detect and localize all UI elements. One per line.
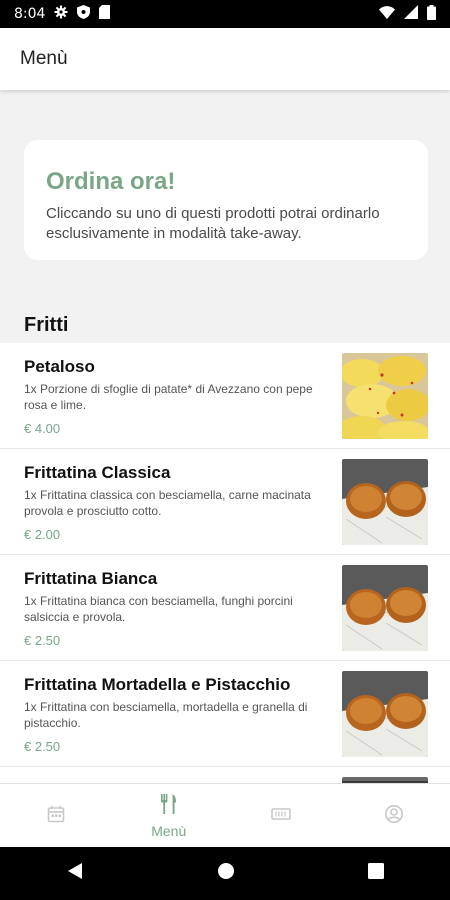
wifi-icon bbox=[379, 5, 395, 23]
nav-item-profile[interactable] bbox=[338, 784, 450, 848]
cutlery-icon bbox=[160, 793, 178, 819]
product-description: 1x Frittatina classica con besciamella, … bbox=[24, 488, 311, 518]
status-bar: 8:04 bbox=[0, 0, 450, 28]
nav-item-menu[interactable]: Menù bbox=[113, 784, 226, 848]
section-title: Fritti bbox=[24, 314, 69, 336]
menu-content[interactable]: Ordina ora! Cliccando su uno di questi p… bbox=[0, 90, 450, 783]
nav-label-menu: Menù bbox=[151, 822, 187, 839]
promo-text: Cliccando su uno di questi prodotti potr… bbox=[46, 205, 380, 242]
product-item[interactable]: Frittatina Mortadella e Pistacchio 1x Fr… bbox=[0, 661, 450, 767]
product-description: 1x Frittatina bianca con besciamella, fu… bbox=[24, 594, 293, 624]
page-title: Menù bbox=[20, 48, 68, 69]
battery-icon bbox=[427, 4, 436, 24]
signal-icon bbox=[404, 5, 418, 23]
account-circle-icon bbox=[384, 804, 404, 829]
product-name: Frittatina Classica bbox=[24, 463, 171, 482]
shield-icon bbox=[77, 5, 91, 23]
product-image-frittatina bbox=[342, 671, 428, 757]
product-item[interactable]: Frittatina Classica 1x Frittatina classi… bbox=[0, 449, 450, 555]
product-item-partial[interactable] bbox=[0, 767, 450, 783]
status-time: 8:04 bbox=[14, 6, 46, 22]
product-image-frittatina bbox=[342, 565, 428, 651]
nav-item-calendar[interactable] bbox=[0, 784, 113, 848]
product-item[interactable]: Frittatina Bianca 1x Frittatina bianca c… bbox=[0, 555, 450, 661]
settings-icon bbox=[54, 5, 68, 23]
product-price: € 2.00 bbox=[24, 527, 61, 542]
product-item[interactable]: Petaloso 1x Porzione di sfoglie di patat… bbox=[0, 343, 450, 449]
product-price: € 4.00 bbox=[24, 421, 61, 436]
product-name: Petaloso bbox=[24, 357, 95, 376]
product-image-chips bbox=[342, 353, 428, 439]
product-name: Frittatina Mortadella e Pistacchio bbox=[24, 675, 291, 694]
product-name: Frittatina Bianca bbox=[24, 569, 158, 588]
calendar-icon bbox=[47, 805, 65, 828]
system-navigation-bar bbox=[0, 847, 450, 900]
product-description: 1x Frittatina con besciamella, mortadell… bbox=[24, 700, 308, 730]
ticket-icon bbox=[271, 807, 292, 826]
product-price: € 2.50 bbox=[24, 739, 61, 754]
product-list: Petaloso 1x Porzione di sfoglie di patat… bbox=[0, 343, 450, 783]
bottom-navigation: Menù bbox=[0, 783, 450, 848]
promo-card: Ordina ora! Cliccando su uno di questi p… bbox=[24, 140, 428, 260]
product-image-frittatina bbox=[342, 459, 428, 545]
promo-title: Ordina ora! bbox=[46, 168, 176, 195]
app-bar: Menù bbox=[0, 28, 450, 90]
sim-card-icon bbox=[99, 5, 111, 23]
nav-item-ticket[interactable] bbox=[225, 784, 338, 848]
home-icon[interactable] bbox=[217, 862, 235, 885]
back-icon[interactable] bbox=[66, 862, 84, 885]
product-price: € 2.50 bbox=[24, 633, 61, 648]
product-description: 1x Porzione di sfoglie di patate* di Ave… bbox=[24, 382, 313, 412]
recents-icon[interactable] bbox=[367, 863, 384, 884]
